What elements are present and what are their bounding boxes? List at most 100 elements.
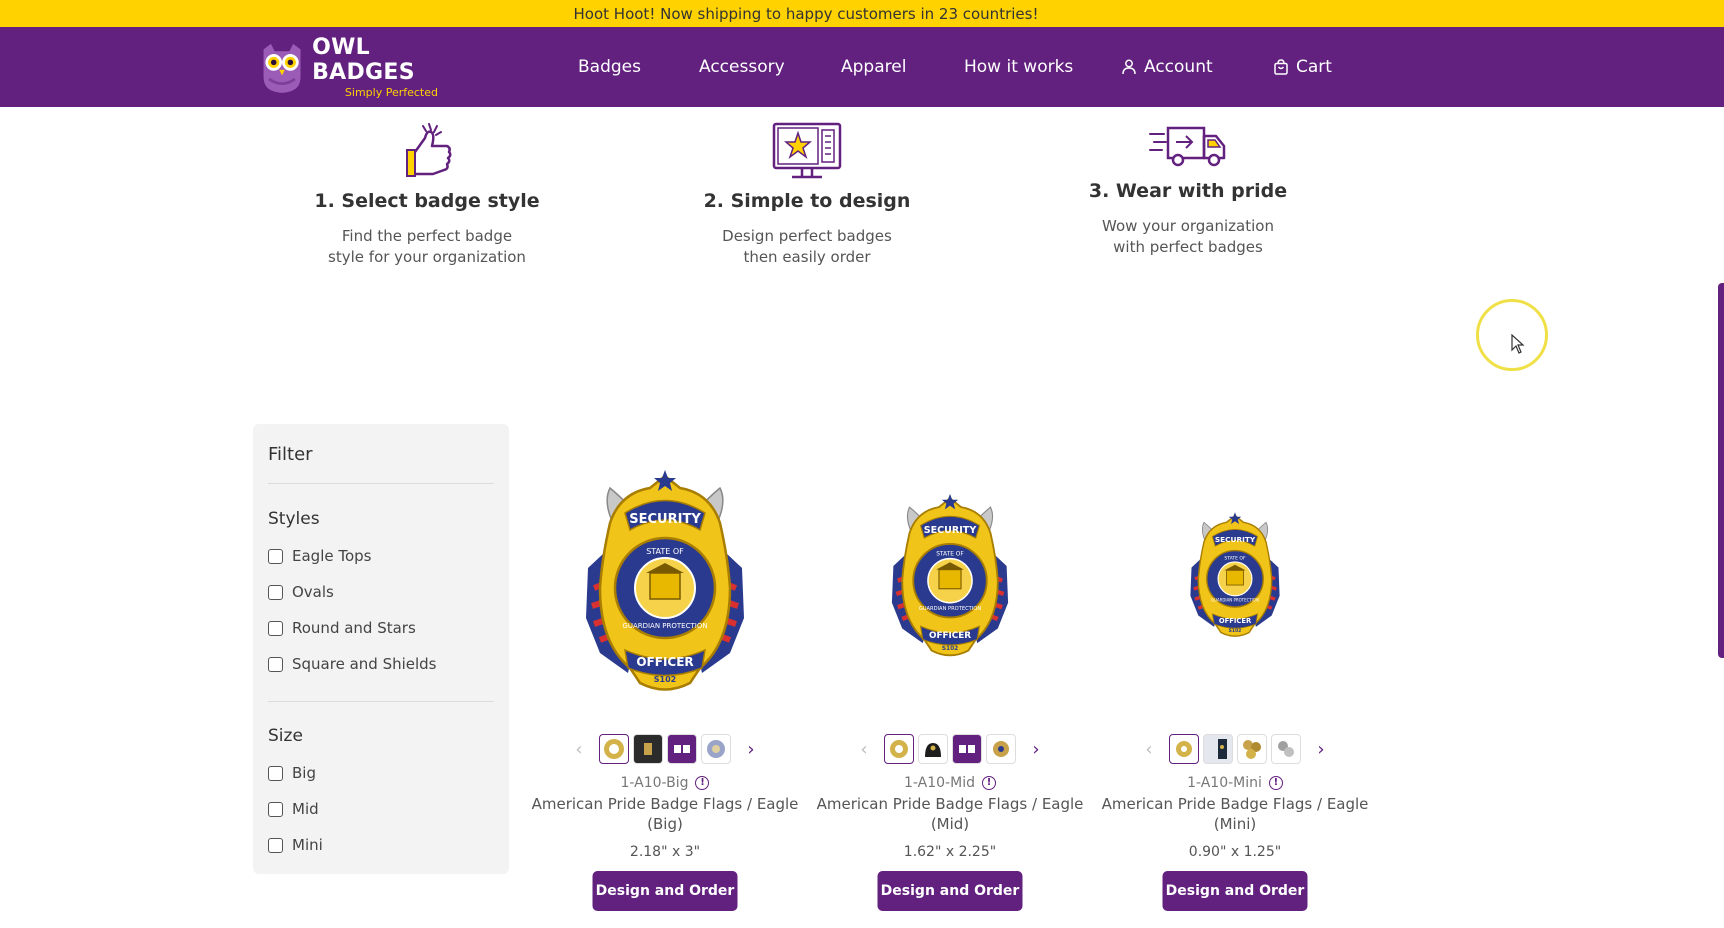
nav-badges[interactable]: Badges bbox=[578, 27, 641, 107]
info-icon[interactable]: ! bbox=[695, 776, 710, 790]
step-description: Find the perfect badge style for your or… bbox=[328, 227, 526, 266]
design-and-order-button[interactable]: Design and Order bbox=[1162, 871, 1308, 911]
step-select-style: 1. Select badge style Find the perfect b… bbox=[277, 122, 577, 268]
thumbnail[interactable] bbox=[1169, 734, 1199, 764]
step-description: Wow your organization with perfect badge… bbox=[1102, 217, 1274, 256]
design-and-order-button[interactable]: Design and Order bbox=[877, 871, 1023, 911]
design-and-order-button[interactable]: Design and Order bbox=[592, 871, 738, 911]
filter-size-mid[interactable]: Mid bbox=[268, 800, 319, 818]
divider bbox=[268, 701, 494, 702]
product-name[interactable]: American Pride Badge Flags / Eagle (Mid) bbox=[815, 794, 1085, 834]
filter-square-and-shields[interactable]: Square and Shields bbox=[268, 655, 437, 673]
checkbox[interactable] bbox=[268, 584, 283, 600]
product-name[interactable]: American Pride Badge Flags / Eagle (Mini… bbox=[1100, 794, 1370, 834]
filter-option-label: Big bbox=[292, 764, 316, 782]
product-size: 2.18" x 3" bbox=[629, 844, 701, 860]
divider bbox=[268, 483, 494, 484]
chevron-right-icon[interactable]: › bbox=[739, 739, 763, 760]
nav-cart[interactable]: Cart bbox=[1274, 27, 1332, 107]
nav-how-it-works[interactable]: How it works bbox=[964, 27, 1073, 107]
filter-panel: Filter Styles Eagle Tops Ovals Round and… bbox=[253, 424, 509, 874]
nav-account-label: Account bbox=[1144, 57, 1213, 77]
chevron-right-icon[interactable]: › bbox=[1309, 739, 1333, 760]
filter-option-label: Mini bbox=[292, 836, 323, 854]
product-sku: 1-A10-Mini ! bbox=[1100, 775, 1370, 791]
product-image[interactable] bbox=[580, 468, 750, 698]
user-icon bbox=[1122, 59, 1136, 75]
product-size: 0.90" x 1.25" bbox=[1188, 844, 1282, 860]
filter-ovals[interactable]: Ovals bbox=[268, 583, 334, 601]
chevron-right-icon[interactable]: › bbox=[1024, 739, 1048, 760]
filter-size-mini[interactable]: Mini bbox=[268, 836, 323, 854]
brand-name: OWL BADGES bbox=[312, 35, 415, 85]
filter-size-big[interactable]: Big bbox=[268, 764, 316, 782]
filter-option-label: Eagle Tops bbox=[292, 547, 372, 565]
checkbox[interactable] bbox=[268, 548, 283, 564]
thumbnail[interactable] bbox=[918, 734, 948, 764]
checkbox[interactable] bbox=[268, 801, 283, 817]
step-title: 1. Select badge style bbox=[314, 190, 540, 212]
thumbnail[interactable] bbox=[667, 734, 697, 764]
product-sku: 1-A10-Mid ! bbox=[815, 775, 1085, 791]
filter-round-and-stars[interactable]: Round and Stars bbox=[268, 619, 416, 637]
checkbox[interactable] bbox=[268, 765, 283, 781]
delivery-truck-icon bbox=[1149, 126, 1226, 167]
sku-text: 1-A10-Mini bbox=[1187, 775, 1262, 791]
thumbnail[interactable] bbox=[599, 734, 629, 764]
checkbox[interactable] bbox=[268, 837, 283, 853]
nav-apparel[interactable]: Apparel bbox=[841, 27, 906, 107]
nav-accessory[interactable]: Accessory bbox=[699, 27, 785, 107]
thumbnail[interactable] bbox=[952, 734, 982, 764]
info-icon[interactable]: ! bbox=[981, 776, 996, 790]
thumbnail[interactable] bbox=[633, 734, 663, 764]
thumbnail[interactable] bbox=[1237, 734, 1267, 764]
chevron-left-icon[interactable]: ‹ bbox=[852, 739, 876, 760]
filter-option-label: Mid bbox=[292, 800, 319, 818]
nav-cart-label: Cart bbox=[1296, 57, 1332, 77]
filter-option-label: Round and Stars bbox=[292, 619, 416, 637]
thumbs-up-icon bbox=[406, 123, 452, 177]
filter-eagle-tops[interactable]: Eagle Tops bbox=[268, 547, 371, 565]
thumbnail-carousel: ‹ › bbox=[1100, 734, 1370, 764]
nav-account[interactable]: Account bbox=[1122, 27, 1213, 107]
thumbnail-carousel: ‹ › bbox=[815, 734, 1085, 764]
brand-tagline: Simply Perfected bbox=[344, 86, 438, 99]
sku-text: 1-A10-Big bbox=[620, 775, 689, 791]
thumbnail[interactable] bbox=[884, 734, 914, 764]
checkbox[interactable] bbox=[268, 620, 283, 636]
product-image[interactable] bbox=[1187, 511, 1283, 641]
thumbnail[interactable] bbox=[1203, 734, 1233, 764]
filter-title: Filter bbox=[268, 444, 313, 465]
chevron-left-icon[interactable]: ‹ bbox=[567, 739, 591, 760]
filter-option-label: Square and Shields bbox=[292, 655, 437, 673]
step-title: 3. Wear with pride bbox=[1088, 180, 1288, 202]
announcement-text: Hoot Hoot! Now shipping to happy custome… bbox=[573, 4, 1039, 23]
thumbnail[interactable] bbox=[1271, 734, 1301, 764]
brand-logo[interactable]: OWL BADGES Simply Perfected bbox=[258, 35, 468, 99]
checkbox[interactable] bbox=[268, 656, 283, 672]
step-design: 2. Simple to design Design perfect badge… bbox=[657, 122, 957, 268]
thumbnail-carousel: ‹ › bbox=[530, 734, 800, 764]
styles-heading: Styles bbox=[268, 509, 320, 529]
step-description: Design perfect badges then easily order bbox=[722, 227, 892, 266]
side-tab[interactable] bbox=[1718, 283, 1724, 658]
step-wear: 3. Wear with pride Wow your organization… bbox=[1038, 122, 1338, 258]
thumbnail[interactable] bbox=[701, 734, 731, 764]
owl-logo-icon bbox=[263, 43, 301, 93]
chevron-left-icon[interactable]: ‹ bbox=[1137, 739, 1161, 760]
design-monitor-icon bbox=[772, 122, 842, 179]
info-icon[interactable]: ! bbox=[1268, 776, 1283, 790]
step-title: 2. Simple to design bbox=[703, 190, 911, 212]
mouse-pointer-icon bbox=[1511, 334, 1525, 354]
product-size: 1.62" x 2.25" bbox=[903, 844, 997, 860]
sku-text: 1-A10-Mid bbox=[904, 775, 975, 791]
product-sku: 1-A10-Big ! bbox=[530, 775, 800, 791]
thumbnail[interactable] bbox=[986, 734, 1016, 764]
shopping-bag-icon bbox=[1274, 59, 1288, 75]
product-name[interactable]: American Pride Badge Flags / Eagle (Big) bbox=[530, 794, 800, 834]
main-nav: OWL BADGES Simply Perfected Badges Acces… bbox=[0, 27, 1724, 107]
product-image[interactable] bbox=[888, 492, 1013, 662]
filter-option-label: Ovals bbox=[292, 583, 334, 601]
announcement-bar: Hoot Hoot! Now shipping to happy custome… bbox=[0, 0, 1724, 27]
size-heading: Size bbox=[268, 726, 303, 746]
